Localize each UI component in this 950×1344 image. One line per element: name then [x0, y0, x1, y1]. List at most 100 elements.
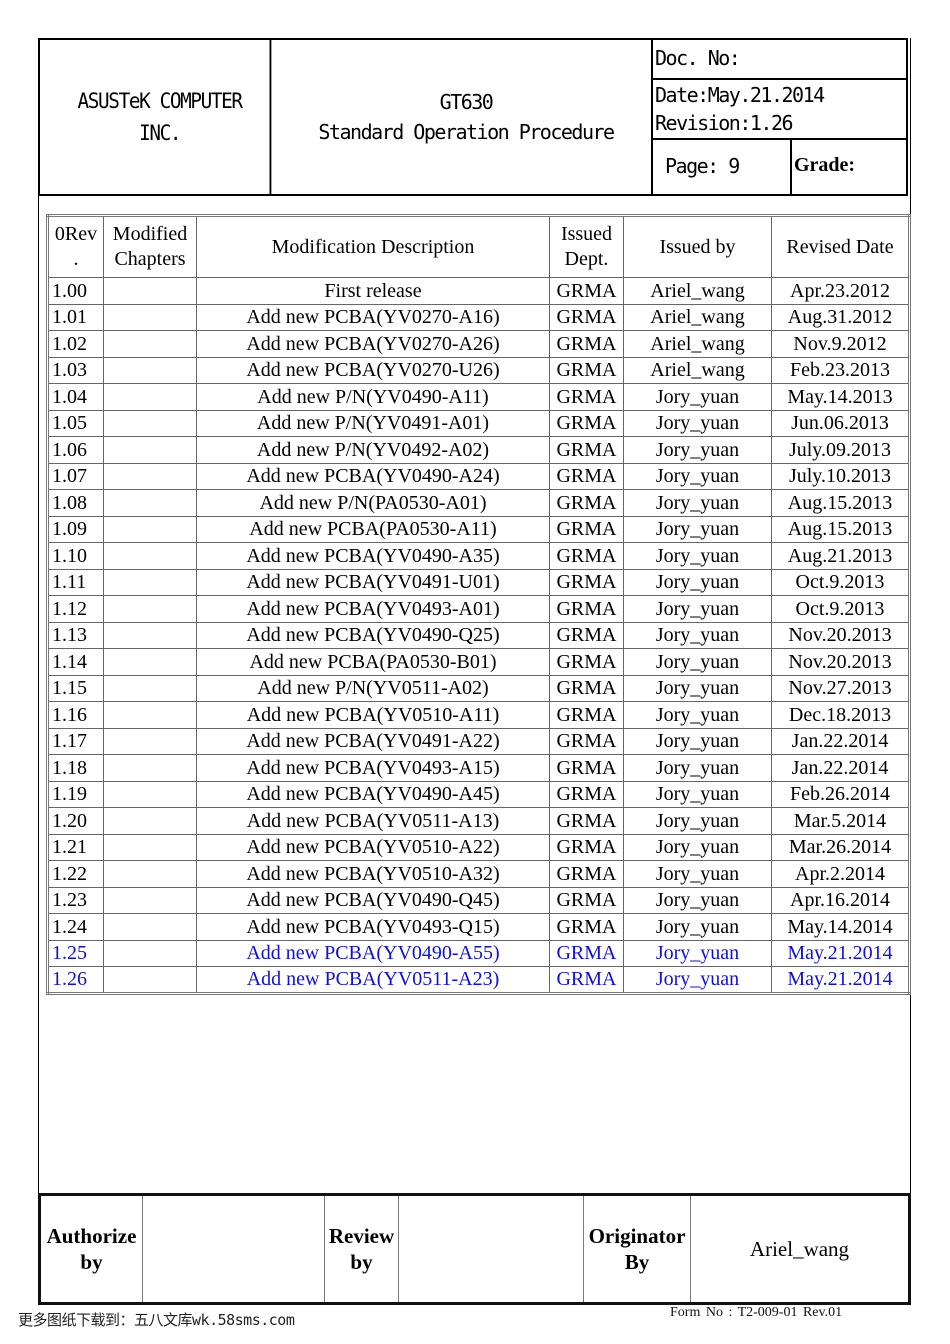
table-row: 1.24 Add new PCBA(YV0493-Q15) GRMA Jory_yua… [47, 913, 910, 941]
cell-description: Add new PCBA(YV0493-Q15) [196, 913, 550, 941]
cell-issued-by: Jory_yuan [623, 780, 772, 808]
grade-label: Grade: [794, 154, 856, 176]
cell-rev: 1.12 [47, 595, 104, 623]
cell-description: Add new PCBA(YV0510-A22) [196, 833, 550, 861]
cell-modified-chapters [103, 356, 197, 384]
cell-issued-by: Ariel_wang [623, 330, 772, 358]
cell-modified-chapters [103, 701, 197, 729]
cell-issued-dept: GRMA [549, 330, 624, 358]
cell-issued-by: Jory_yuan [623, 515, 772, 543]
cell-revised-date: July.09.2013 [771, 436, 910, 464]
cell-issued-by: Jory_yuan [623, 886, 772, 914]
cell-issued-dept: GRMA [549, 780, 624, 808]
table-row: 1.26 Add new PCBA(YV0511-A23) GRMA Jory_yua… [47, 966, 910, 994]
cell-description: Add new PCBA(YV0270-A16) [196, 303, 550, 331]
cell-revised-date: Nov.27.2013 [771, 674, 910, 702]
table-row: 1.00 First release GRMA Ariel_wang Apr.23.20… [47, 277, 910, 305]
cell-rev: 1.11 [47, 568, 104, 596]
cell-issued-dept: GRMA [549, 383, 624, 411]
cell-rev: 1.22 [47, 860, 104, 888]
cell-rev: 1.04 [47, 383, 104, 411]
cell-modified-chapters [103, 648, 197, 676]
cell-issued-dept: GRMA [549, 807, 624, 835]
cell-issued-by: Jory_yuan [623, 409, 772, 437]
table-row: 1.13 Add new PCBA(YV0490-Q25) GRMA Jory_yua… [47, 621, 910, 649]
table-row: 1.08 Add new P/N(PA0530-A01) GRMA Jory_yuan… [47, 489, 910, 517]
cell-issued-dept: GRMA [549, 886, 624, 914]
signature-block: Authorize by Review by Originator By Ari… [38, 1193, 911, 1305]
cell-issued-by: Jory_yuan [623, 754, 772, 782]
cell-description: Add new PCBA(YV0490-Q45) [196, 886, 550, 914]
cell-revised-date: Oct.9.2013 [771, 568, 910, 596]
cell-issued-dept: GRMA [549, 674, 624, 702]
cell-description: Add new PCBA(YV0493-A01) [196, 595, 550, 623]
cell-revised-date: Oct.9.2013 [771, 595, 910, 623]
cell-rev: 1.20 [47, 807, 104, 835]
cell-issued-dept: GRMA [549, 966, 624, 994]
table-row: 1.03 Add new PCBA(YV0270-U26) GRMA Ariel_wa… [47, 356, 910, 384]
revision-history-table: 0Rev . Modified Chapters Modification De… [46, 214, 911, 995]
cell-revised-date: Nov.9.2012 [771, 330, 910, 358]
cell-issued-dept: GRMA [549, 939, 624, 967]
cell-description: Add new PCBA(YV0490-A45) [196, 780, 550, 808]
cell-revised-date: May.14.2014 [771, 913, 910, 941]
cell-modified-chapters [103, 966, 197, 994]
cell-rev: 1.25 [47, 939, 104, 967]
authorize-by-value [143, 1196, 325, 1302]
originator-by-label: Originator By [584, 1196, 691, 1302]
cell-issued-by: Jory_yuan [623, 489, 772, 517]
cell-description: Add new P/N(YV0490-A11) [196, 383, 550, 411]
table-row: 1.19 Add new PCBA(YV0490-A45) GRMA Jory_yua… [47, 780, 910, 808]
cell-rev: 1.23 [47, 886, 104, 914]
cell-description: Add new PCBA(YV0511-A23) [196, 966, 550, 994]
cell-revised-date: July.10.2013 [771, 462, 910, 490]
cell-description: Add new PCBA(PA0530-A11) [196, 515, 550, 543]
table-row: 1.07 Add new PCBA(YV0490-A24) GRMA Jory_yua… [47, 462, 910, 490]
table-row: 1.10 Add new PCBA(YV0490-A35) GRMA Jory_yua… [47, 542, 910, 570]
column-header-issued-dept: Issued Dept. [549, 215, 624, 278]
cell-issued-dept: GRMA [549, 568, 624, 596]
originator-by-value: Ariel_wang [749, 1236, 850, 1261]
cell-revised-date: Feb.23.2013 [771, 356, 910, 384]
table-row: 1.22 Add new PCBA(YV0510-A32) GRMA Jory_yua… [47, 860, 910, 888]
cell-issued-dept: GRMA [549, 860, 624, 888]
cell-modified-chapters [103, 383, 197, 411]
cell-modified-chapters [103, 462, 197, 490]
document-title: GT630 Standard Operation Procedure [281, 40, 653, 194]
column-header-revised-date: Revised Date [771, 215, 910, 278]
cell-rev: 1.09 [47, 515, 104, 543]
cell-description: Add new P/N(YV0492-A02) [196, 436, 550, 464]
cell-revised-date: May.21.2014 [771, 966, 910, 994]
cell-description: Add new PCBA(YV0270-A26) [196, 330, 550, 358]
cell-description: Add new PCBA(PA0530-B01) [196, 648, 550, 676]
cell-issued-by: Jory_yuan [623, 462, 772, 490]
cell-issued-dept: GRMA [549, 542, 624, 570]
cell-revised-date: Mar.26.2014 [771, 833, 910, 861]
table-header-row: 0Rev . Modified Chapters Modification De… [47, 215, 910, 278]
cell-revised-date: Aug.15.2013 [771, 489, 910, 517]
cell-rev: 1.18 [47, 754, 104, 782]
doc-number: Doc. No: [653, 40, 906, 80]
table-row: 1.15 Add new P/N(YV0511-A02) GRMA Jory_yuan… [47, 674, 910, 702]
cell-rev: 1.13 [47, 621, 104, 649]
cell-revised-date: Apr.16.2014 [771, 886, 910, 914]
revision-table-body: 1.00 First release GRMA Ariel_wang Apr.23.20… [47, 277, 910, 994]
cell-issued-by: Jory_yuan [623, 939, 772, 967]
cell-issued-dept: GRMA [549, 303, 624, 331]
cell-modified-chapters [103, 621, 197, 649]
cell-issued-by: Jory_yuan [623, 833, 772, 861]
cell-issued-by: Ariel_wang [623, 356, 772, 384]
cell-description: First release [196, 277, 550, 305]
table-row: 1.25 Add new PCBA(YV0490-A55) GRMA Jory_yua… [47, 939, 910, 967]
table-row: 1.18 Add new PCBA(YV0493-A15) GRMA Jory_yua… [47, 754, 910, 782]
cell-rev: 1.02 [47, 330, 104, 358]
cell-issued-dept: GRMA [549, 913, 624, 941]
cell-rev: 1.01 [47, 303, 104, 331]
cell-issued-by: Jory_yuan [623, 648, 772, 676]
cell-rev: 1.17 [47, 727, 104, 755]
cell-issued-by: Jory_yuan [623, 701, 772, 729]
document-date: Date:May.21.2014 [655, 83, 825, 107]
cell-issued-dept: GRMA [549, 648, 624, 676]
table-row: 1.21 Add new PCBA(YV0510-A22) GRMA Jory_yua… [47, 833, 910, 861]
cell-issued-dept: GRMA [549, 727, 624, 755]
